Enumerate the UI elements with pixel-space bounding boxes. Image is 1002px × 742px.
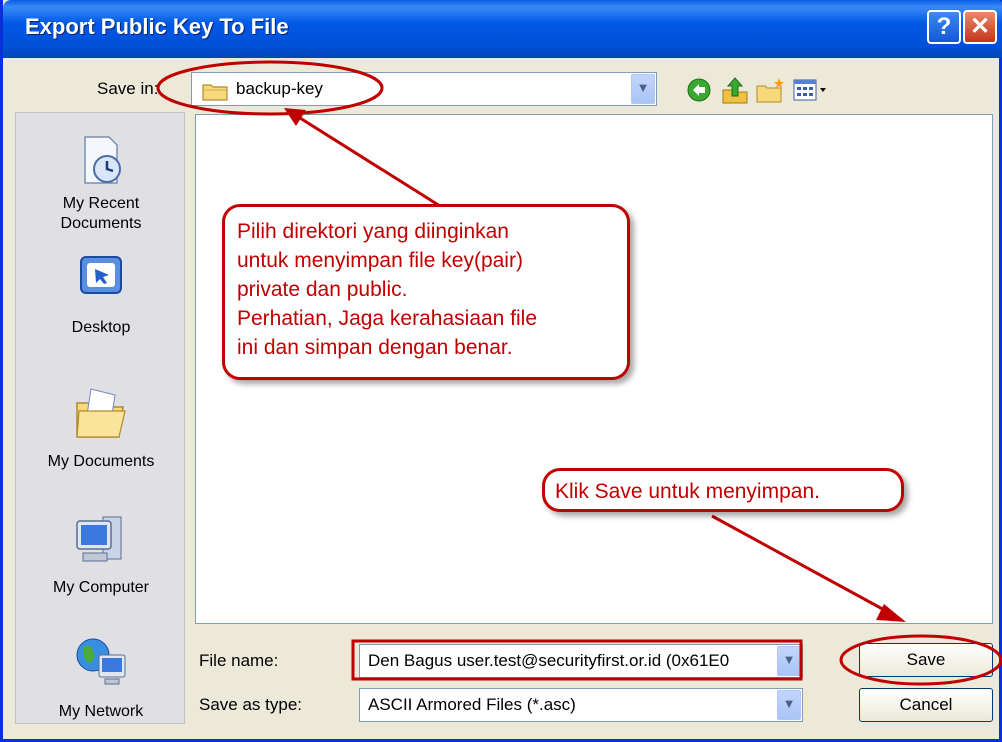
callout-line: Pilih direktori yang diinginkan [237,220,509,243]
callout2-arrow-line [711,514,889,614]
callout-line: Klik Save untuk menyimpan. [555,480,820,503]
annotation-callout-save: Klik Save untuk menyimpan. [542,468,904,512]
callout-line: private dan public. [237,278,408,301]
callout1-arrowhead [284,108,306,126]
callout-line: ini dan simpan dengan benar. [237,336,513,359]
callout1-arrow-line [299,116,441,208]
file-name-highlight-rect [351,639,803,681]
callout-line: untuk menyimpan file key(pair) [237,249,523,272]
save-in-highlight-ellipse [156,60,384,116]
save-button-highlight-ellipse [839,634,1002,686]
callout-line: Perhatian, Jaga kerahasiaan file [237,307,538,330]
annotation-callout-directory: Pilih direktori yang diinginkan untuk me… [222,204,630,380]
